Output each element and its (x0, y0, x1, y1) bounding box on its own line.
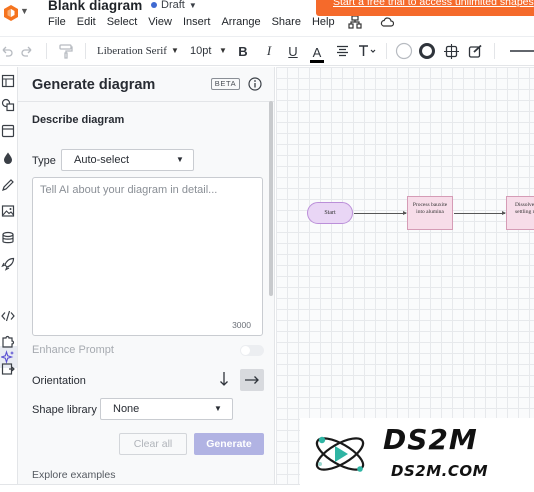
start-node[interactable]: Start (307, 202, 353, 224)
toolbar-divider (46, 43, 47, 59)
orientation-label: Orientation (32, 375, 86, 387)
type-select-value: Auto-select (74, 154, 130, 166)
draft-label: Draft (161, 0, 185, 11)
integration-icon[interactable] (1, 334, 15, 348)
process-node[interactable]: Process bauxite into alumina (407, 196, 453, 230)
align-center-icon[interactable] (335, 42, 349, 60)
font-size-chevron-icon[interactable]: ▼ (219, 46, 227, 55)
panel-divider (18, 101, 274, 102)
bold-button[interactable]: B (236, 42, 250, 60)
orientation-vertical-arrow-icon[interactable] (218, 370, 230, 388)
toolbar-divider (494, 43, 495, 59)
type-select[interactable]: Auto-select ▼ (61, 149, 194, 171)
menu-insert[interactable]: Insert (183, 16, 211, 28)
sitemap-icon[interactable] (348, 15, 362, 29)
format-painter-icon[interactable] (57, 42, 75, 60)
enhance-prompt-toggle[interactable] (240, 345, 264, 356)
image-icon[interactable] (1, 204, 15, 218)
line-style-icon[interactable] (510, 42, 534, 60)
panel-title: Generate diagram (32, 77, 156, 93)
menu-select[interactable]: Select (107, 16, 138, 28)
trial-banner-link[interactable]: Start a free trial to access unlimited s… (316, 0, 534, 8)
character-limit: 3000 (232, 320, 251, 330)
font-family-select[interactable]: Liberation Serif (97, 45, 167, 57)
shape-library-chevron-down-icon: ▼ (214, 404, 222, 413)
orientation-horizontal-button[interactable] (240, 369, 264, 391)
left-tool-rail (0, 67, 17, 492)
describe-diagram-heading: Describe diagram (32, 114, 125, 126)
ds2m-logo-icon (315, 436, 365, 472)
watermark-name: DS2M (383, 423, 478, 456)
toolbar-divider (85, 43, 86, 59)
fill-icon[interactable] (1, 151, 15, 165)
text-options-icon[interactable] (358, 42, 378, 60)
template-icon[interactable] (1, 124, 15, 138)
undo-icon[interactable] (0, 42, 14, 60)
explore-examples-link[interactable]: Explore examples (32, 469, 115, 481)
export-icon[interactable] (1, 362, 15, 376)
connector-arrow[interactable] (454, 211, 506, 215)
page-icon[interactable] (1, 74, 15, 88)
redo-icon[interactable] (20, 42, 34, 60)
info-icon[interactable] (248, 77, 262, 91)
font-family-chevron-icon[interactable]: ▼ (171, 46, 179, 55)
menu-arrange[interactable]: Arrange (221, 16, 260, 28)
orientation-horizontal-arrow-icon (245, 376, 259, 384)
shape-library-label: Shape library (32, 404, 97, 416)
generate-button[interactable]: Generate (194, 433, 264, 455)
type-label: Type (32, 155, 56, 167)
connector-arrow[interactable] (354, 211, 407, 215)
code-icon[interactable] (1, 309, 15, 323)
shape-library-value: None (113, 403, 140, 415)
font-size-select[interactable]: 10pt (190, 45, 211, 57)
type-chevron-down-icon: ▼ (176, 155, 184, 164)
fill-color-icon[interactable] (395, 42, 413, 60)
menu-share[interactable]: Share (272, 16, 301, 28)
frame-select-icon[interactable] (443, 42, 459, 60)
menu-bar: File Edit Select View Insert Arrange Sha… (48, 16, 346, 28)
app-header: ▼ Blank diagram Draft ▼ File Edit Select… (0, 0, 534, 36)
process-node[interactable]: Dissolve settling roasti (506, 196, 534, 230)
clear-all-button[interactable]: Clear all (119, 433, 187, 455)
data-icon[interactable] (1, 231, 15, 245)
watermark-url: DS2M.COM (391, 462, 489, 480)
text-color-button[interactable]: A (310, 42, 324, 63)
italic-button[interactable]: I (262, 42, 276, 60)
logo-menu-chevron-icon[interactable]: ▼ (20, 6, 29, 16)
watermark: DS2M DS2M.COM (300, 418, 534, 492)
panel-scrollbar[interactable] (269, 101, 273, 296)
underline-button[interactable]: U (286, 42, 300, 60)
lucid-logo-icon[interactable] (3, 4, 19, 22)
document-title[interactable]: Blank diagram (48, 0, 142, 13)
shape-style-icon[interactable] (467, 42, 483, 60)
draft-chevron-icon: ▼ (188, 0, 197, 10)
rocket-icon[interactable] (1, 257, 15, 271)
beta-badge: BETA (211, 78, 240, 90)
trial-banner[interactable]: Start a free trial to access unlimited s… (316, 0, 534, 16)
draft-status[interactable]: Draft ▼ (151, 0, 197, 11)
formatting-toolbar: Liberation Serif ▼ 10pt ▼ B I U A (0, 36, 534, 66)
shape-library-select[interactable]: None ▼ (100, 398, 233, 420)
menu-help[interactable]: Help (312, 16, 335, 28)
line-color-icon[interactable] (418, 42, 436, 60)
menu-view[interactable]: View (148, 16, 172, 28)
bottom-status-bar (0, 484, 300, 492)
menu-edit[interactable]: Edit (77, 16, 96, 28)
shapes-icon[interactable] (1, 98, 15, 112)
enhance-prompt-label: Enhance Prompt (32, 344, 114, 356)
menu-file[interactable]: File (48, 16, 66, 28)
cloud-icon[interactable] (380, 15, 394, 29)
toolbar-divider (386, 43, 387, 59)
draw-icon[interactable] (1, 178, 15, 192)
diagram-prompt-textarea[interactable]: Tell AI about your diagram in detail... … (32, 177, 263, 336)
draft-dot-icon (151, 2, 157, 8)
prompt-placeholder: Tell AI about your diagram in detail... (40, 184, 218, 196)
generate-diagram-panel: Generate diagram BETA Describe diagram T… (17, 67, 275, 492)
